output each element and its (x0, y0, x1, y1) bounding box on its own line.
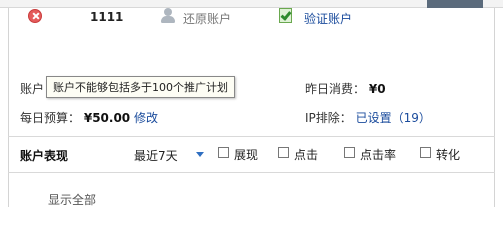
ip-setting-link[interactable]: 已设置（19） (356, 111, 431, 125)
checkbox-box[interactable] (344, 147, 355, 158)
period-dropdown[interactable]: 最近7天 (134, 147, 178, 164)
checkbox-box[interactable] (278, 147, 289, 158)
yesterday-label: 昨日消费： (305, 82, 366, 96)
section-divider (8, 136, 495, 137)
yesterday-spend: 昨日消费： ¥0 (305, 80, 386, 97)
top-tab-edge (427, 0, 483, 8)
metric-label: 点击 (294, 148, 319, 162)
metric-label: 点击率 (360, 148, 397, 162)
performance-title: 账户表现 (20, 149, 69, 163)
close-icon[interactable] (28, 9, 42, 23)
checkbox-box[interactable] (218, 147, 229, 158)
checkbox-box[interactable] (420, 147, 431, 158)
section-divider (8, 172, 495, 173)
budget-edit-link[interactable]: 修改 (134, 111, 158, 125)
tooltip: 账户不能够包括多于100个推广计划 (46, 76, 235, 98)
yesterday-value: ¥0 (368, 82, 386, 96)
show-all-link[interactable]: 显示全部 (48, 191, 96, 208)
chevron-down-icon[interactable] (196, 152, 204, 157)
budget-label: 每日预算： (20, 111, 81, 125)
restore-account-button[interactable]: 还原账户 (183, 10, 231, 27)
account-id: 1111 (90, 10, 124, 24)
account-label-partial: 账户 (20, 82, 45, 96)
verify-account-link[interactable]: 验证账户 (304, 10, 352, 27)
metric-label: 转化 (436, 148, 461, 162)
budget-value: ¥50.00 (83, 111, 131, 125)
user-icon (160, 8, 176, 24)
metric-label: 展现 (234, 148, 259, 162)
ip-exclusion: IP排除： 已设置（19） (305, 109, 431, 126)
ip-label: IP排除： (305, 111, 352, 125)
daily-budget: 每日预算： ¥50.00 修改 (20, 109, 158, 126)
top-tab-strip (0, 0, 503, 8)
verify-icon (277, 7, 295, 25)
account-panel (8, 8, 495, 207)
